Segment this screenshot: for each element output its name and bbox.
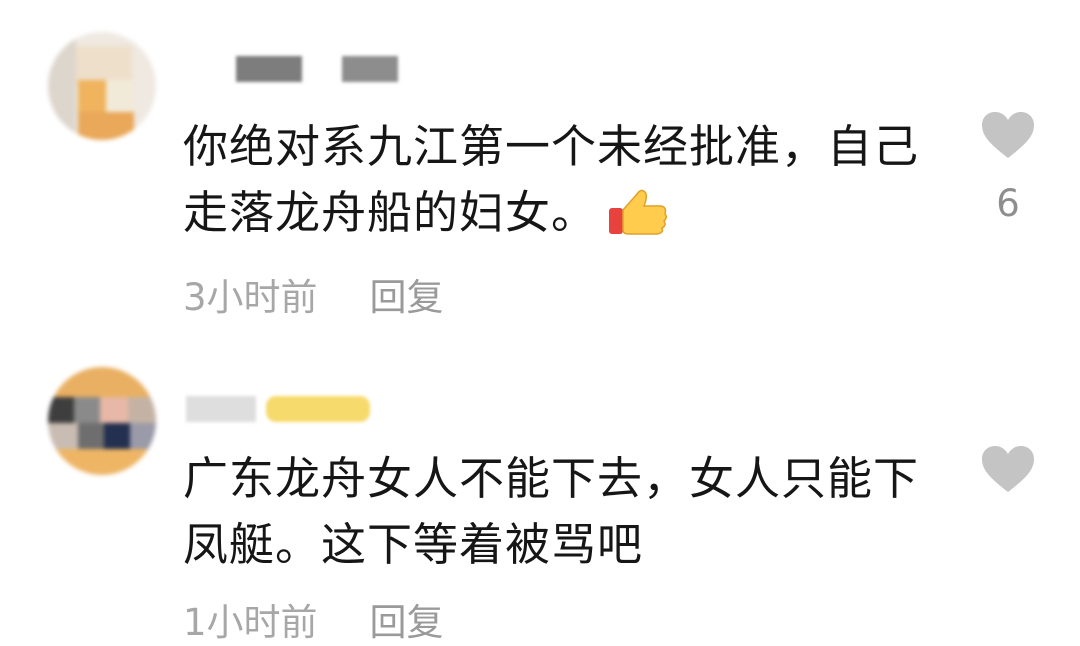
reply-button[interactable]: 回复 [370, 276, 444, 319]
like-button[interactable] [978, 444, 1038, 494]
comment-text: 广东龙舟女人不能下去，女人只能下凤艇。这下等着被骂吧 [183, 446, 943, 578]
like-button[interactable]: 6 [978, 110, 1038, 225]
username-redacted[interactable] [186, 56, 426, 82]
reply-button[interactable]: 回复 [370, 601, 444, 644]
redaction-block [186, 396, 256, 422]
comment-text-content: 广东龙舟女人不能下去，女人只能下凤艇。这下等着被骂吧 [183, 452, 920, 571]
comment-meta: 1小时前 回复 [183, 592, 444, 646]
username-redacted[interactable] [186, 396, 386, 422]
thumbs-up-icon [607, 186, 669, 238]
comment-item: 你绝对系九江第一个未经批准，自己走落龙舟船的妇女。 3小时前 回复 6 [0, 0, 1080, 330]
redaction-block [266, 396, 370, 422]
avatar[interactable] [48, 32, 156, 140]
avatar[interactable] [48, 367, 156, 475]
heart-icon[interactable] [980, 110, 1036, 160]
redaction-block [342, 56, 398, 82]
comment-item: 广东龙舟女人不能下去，女人只能下凤艇。这下等着被骂吧 1小时前 回复 [0, 330, 1080, 644]
comment-time: 3小时前 [183, 276, 318, 319]
comment-meta: 3小时前 回复 [183, 267, 444, 321]
like-count: 6 [996, 182, 1020, 225]
comment-text-content: 你绝对系九江第一个未经批准，自己走落龙舟船的妇女。 [183, 120, 920, 239]
comment-time: 1小时前 [183, 601, 318, 644]
comment-text: 你绝对系九江第一个未经批准，自己走落龙舟船的妇女。 [183, 114, 943, 246]
heart-icon[interactable] [980, 444, 1036, 494]
redaction-block [236, 56, 302, 82]
